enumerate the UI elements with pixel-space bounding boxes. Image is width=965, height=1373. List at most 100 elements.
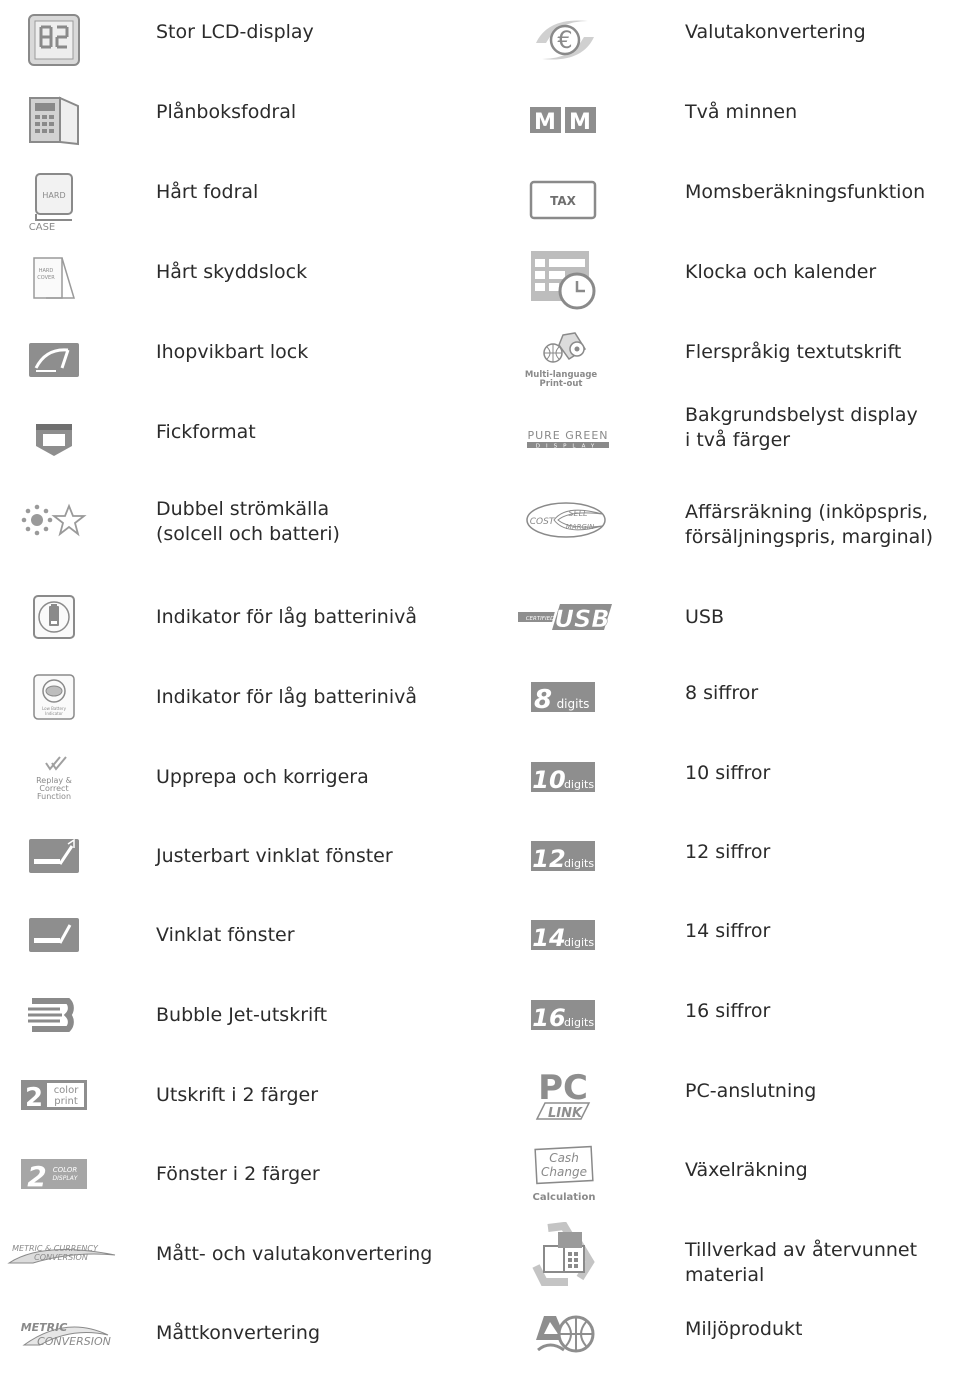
- feature-row: 8 digits 8 siffror: [512, 657, 965, 737]
- ten-digits-icon: 10 digits: [528, 742, 598, 812]
- dual-power-icon: [14, 485, 94, 555]
- icon-text: Change: [541, 1165, 587, 1179]
- feature-label: Affärsräkning (inköpspris, försäljningsp…: [685, 501, 934, 548]
- icon-text: Cash: [549, 1151, 579, 1165]
- feature-row: Replay & Correct Function Upprepa och ko…: [0, 737, 490, 817]
- icon-text: COST: [530, 517, 556, 527]
- feature-row: Vinklat fönster: [0, 895, 490, 975]
- icon-text: M: [534, 110, 556, 135]
- feature-label: 16 siffror: [685, 1000, 771, 1022]
- feature-label: Indikator för låg batterinivå: [156, 686, 417, 708]
- icon-text: MARGIN: [566, 523, 595, 531]
- svg-text:€: €: [557, 26, 572, 54]
- icon-text: HARD: [42, 191, 65, 200]
- icon-text: CONVERSION: [34, 1253, 88, 1262]
- icon-text: CERTIFIED: [526, 616, 555, 622]
- icon-text: HARD: [39, 268, 54, 274]
- feature-label: Utskrift i 2 färger: [156, 1084, 319, 1106]
- feature-label: Tillverkad av återvunnet material: [685, 1239, 918, 1286]
- pure-green-display-icon: PURE GREEN DISPLAY: [520, 405, 616, 475]
- metric-conversion-icon: METRIC CONVERSION: [14, 1298, 114, 1368]
- icon-text: DISPLAY: [53, 1175, 79, 1182]
- icon-text: TAX: [550, 194, 577, 208]
- icon-text: SELL: [568, 509, 587, 518]
- feature-row: Indikator för låg batterinivå: [0, 577, 490, 657]
- large-lcd-display-icon: [14, 5, 94, 75]
- feature-row: Klocka och kalender: [512, 240, 965, 320]
- icon-text: digits: [564, 1016, 594, 1029]
- pc-link-icon: PC LINK: [528, 1060, 598, 1130]
- feature-row: Low Battery Indicator Indikator för låg …: [0, 657, 490, 737]
- feature-label: Klocka och kalender: [685, 261, 877, 283]
- icon-text: COLOR: [53, 1166, 78, 1174]
- feature-label: Mått- och valutakonvertering: [156, 1243, 433, 1265]
- cash-change-icon: Cash Change Calculation: [526, 1139, 600, 1209]
- usb-icon: CERTIFIED USB: [516, 582, 616, 652]
- feature-label: Stor LCD-display: [156, 21, 314, 43]
- feature-row: METRIC & CURRENCY CONVERSION Mått- och v…: [0, 1214, 490, 1294]
- euro-conversion-icon: €: [520, 5, 610, 75]
- feature-row: Cash Change Calculation Växelräkning: [512, 1134, 965, 1214]
- icon-text: LINK: [548, 1106, 583, 1121]
- feature-row: HARD CASE Hårt fodral: [0, 160, 490, 240]
- eco-product-icon: [528, 1298, 598, 1368]
- metric-currency-conversion-icon: METRIC & CURRENCY CONVERSION: [2, 1219, 122, 1289]
- pocket-size-icon: [14, 405, 94, 475]
- feature-label: Momsberäkningsfunktion: [685, 181, 926, 203]
- icon-text: 12: [532, 845, 565, 873]
- multi-language-print-icon: Multi-language Print-out: [522, 325, 604, 395]
- icon-text: METRIC & CURRENCY: [12, 1244, 99, 1253]
- feature-label: 14 siffror: [685, 920, 771, 942]
- icon-text: 2: [25, 1083, 43, 1112]
- feature-row: 2 color print Utskrift i 2 färger: [0, 1055, 490, 1135]
- feature-row: PURE GREEN DISPLAY Bakgrundsbelyst displ…: [512, 400, 965, 480]
- feature-label: Måttkonvertering: [156, 1322, 321, 1344]
- feature-label: Ihopvikbart lock: [156, 341, 309, 363]
- feature-label: Fönster i 2 färger: [156, 1163, 320, 1185]
- feature-row: M M Två minnen: [512, 80, 965, 160]
- adjustable-tilt-display-icon: [14, 821, 94, 891]
- eight-digits-icon: 8 digits: [528, 662, 598, 732]
- feature-row: 10 digits 10 siffror: [512, 737, 965, 817]
- feature-label: Plånboksfodral: [156, 101, 297, 123]
- sixteen-digits-icon: 16 digits: [528, 980, 598, 1050]
- feature-row: Stor LCD-display: [0, 0, 490, 80]
- icon-text: CONVERSION: [37, 1335, 111, 1348]
- hard-cover-icon: HARD COVER: [14, 245, 94, 315]
- two-memories-icon: M M: [528, 85, 598, 155]
- wallet-case-icon: [14, 85, 94, 155]
- icon-text: PURE GREEN: [527, 429, 608, 442]
- feature-label: Växelräkning: [685, 1159, 808, 1181]
- icon-text: print: [54, 1096, 78, 1107]
- icon-text: 8: [534, 685, 552, 714]
- icon-text: Print-out: [540, 379, 583, 389]
- recycled-material-icon: [528, 1219, 598, 1289]
- feature-label: Bubble Jet-utskrift: [156, 1004, 328, 1026]
- tilted-display-icon: [14, 900, 94, 970]
- icon-text: digits: [564, 778, 594, 791]
- icon-text: 16: [532, 1004, 565, 1032]
- feature-row: Miljöprodukt: [512, 1293, 965, 1373]
- clock-calendar-icon: [528, 245, 598, 315]
- icon-text: PC: [538, 1068, 588, 1108]
- feature-label: Fickformat: [156, 421, 256, 443]
- feature-row: PC LINK PC-anslutning: [512, 1055, 965, 1135]
- icon-text: Indicator: [45, 711, 63, 716]
- fourteen-digits-icon: 14 digits: [528, 900, 598, 970]
- feature-label: Justerbart vinklat fönster: [156, 845, 393, 867]
- feature-label: 8 siffror: [685, 682, 759, 704]
- icon-text: digits: [557, 697, 590, 711]
- feature-row: Tillverkad av återvunnet material: [512, 1214, 965, 1294]
- icon-text: digits: [564, 857, 594, 870]
- icon-text: Function: [37, 792, 71, 801]
- feature-row: Dubbel strömkälla (solcell och batteri): [0, 480, 490, 560]
- feature-label: Två minnen: [685, 101, 798, 123]
- feature-label: Miljöprodukt: [685, 1318, 803, 1340]
- feature-label: Bakgrundsbelyst display i två färger: [685, 404, 918, 451]
- icon-text: CASE: [29, 222, 56, 232]
- replay-correct-icon: Replay & Correct Function: [14, 742, 94, 812]
- low-battery-indicator-alt-icon: Low Battery Indicator: [14, 662, 94, 732]
- feature-label: Indikator för låg batterinivå: [156, 606, 417, 628]
- feature-label: Hårt skyddslock: [156, 261, 308, 283]
- feature-label: Vinklat fönster: [156, 924, 295, 946]
